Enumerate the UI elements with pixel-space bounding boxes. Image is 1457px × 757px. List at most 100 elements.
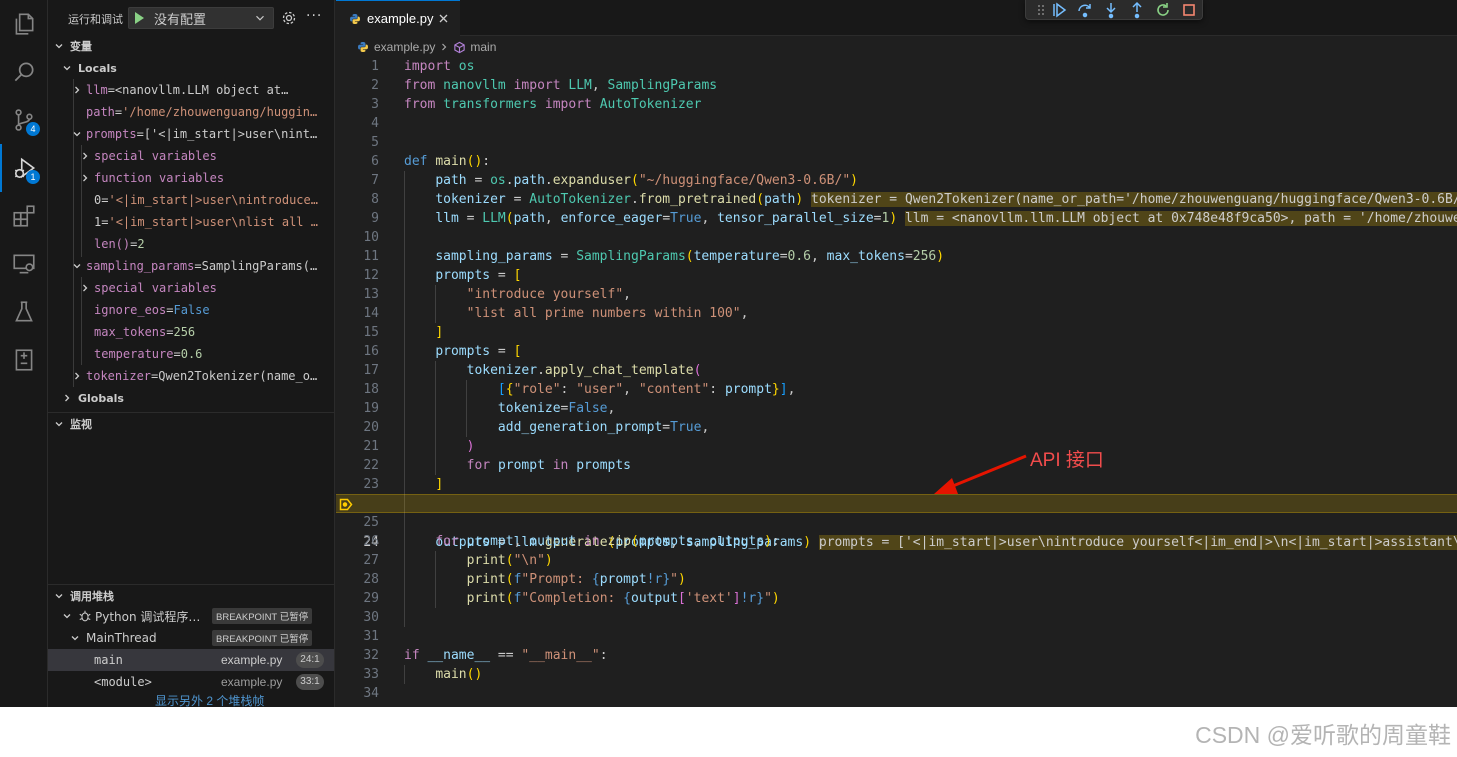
globals-scope[interactable]: Globals bbox=[48, 387, 334, 409]
variable-name: function variables bbox=[94, 171, 225, 185]
code-line: 10 bbox=[363, 230, 379, 245]
code-editor[interactable]: 1 import os 2 from nanovllm import LLM, Sa… bbox=[336, 57, 1457, 707]
frame-file: example.py bbox=[221, 675, 283, 689]
globals-label: Globals bbox=[78, 391, 124, 405]
testing-icon[interactable] bbox=[0, 288, 48, 336]
start-debug-icon[interactable] bbox=[135, 12, 144, 24]
code-line: 1 import os bbox=[371, 59, 475, 74]
continue-icon[interactable] bbox=[1050, 1, 1068, 19]
stack-frame-row[interactable]: <module> bbox=[48, 671, 334, 693]
code-line: 2 from nanovllm import LLM, SamplingParam… bbox=[371, 78, 718, 93]
variable-row[interactable]: 0 = '<|im_start|>user\nintroduce… bbox=[48, 189, 334, 211]
scm-badge: 4 bbox=[26, 122, 40, 136]
chevron-down-icon bbox=[63, 66, 71, 71]
code-line: 21 ) bbox=[363, 439, 475, 454]
code-line: 14 "list all prime numbers within 100", bbox=[363, 306, 749, 321]
code-line: 30 bbox=[363, 610, 379, 625]
more-actions-icon[interactable]: ··· bbox=[306, 8, 322, 24]
inline-value: llm = <nanovllm.llm.LLM object at 0x748e… bbox=[904, 211, 1457, 226]
chevron-right-icon bbox=[75, 86, 80, 94]
explorer-icon[interactable] bbox=[0, 0, 48, 48]
breadcrumb-file[interactable]: example.py bbox=[374, 40, 435, 54]
variables-section-header[interactable]: 变量 bbox=[48, 35, 334, 57]
code-line: 7 path = os.path.expanduser("~/huggingfa… bbox=[371, 173, 858, 188]
source-control-icon[interactable]: 4 bbox=[0, 96, 48, 144]
variable-row[interactable]: path = '/home/zhouwenguang/huggin… bbox=[48, 101, 334, 123]
frame-position: 24:1 bbox=[296, 652, 324, 668]
restart-icon[interactable] bbox=[1154, 1, 1172, 19]
thread-label: MainThread bbox=[86, 631, 157, 645]
frame-position: 33:1 bbox=[296, 674, 324, 690]
step-over-icon[interactable] bbox=[1076, 1, 1094, 19]
variable-name: len() bbox=[94, 237, 131, 251]
code-line: 19 tokenize=False, bbox=[363, 401, 616, 416]
gear-icon[interactable] bbox=[281, 10, 297, 26]
variable-name: llm bbox=[86, 83, 108, 97]
chevron-right-icon bbox=[65, 394, 70, 402]
code-line: 4 bbox=[371, 116, 379, 131]
variable-row[interactable]: function variables bbox=[48, 167, 334, 189]
chevron-down-icon bbox=[256, 15, 264, 21]
frame-file: example.py bbox=[221, 653, 283, 667]
variable-name: special variables bbox=[94, 281, 217, 295]
notebook-icon[interactable] bbox=[0, 336, 48, 384]
annotation-arrow-icon bbox=[934, 454, 1027, 494]
drag-handle-icon[interactable] bbox=[1032, 1, 1050, 19]
code-line: 8 tokenizer = AutoTokenizer.from_pretrai… bbox=[336, 190, 1457, 209]
close-icon[interactable] bbox=[437, 12, 450, 25]
locals-scope[interactable]: Locals bbox=[48, 57, 334, 79]
variable-row[interactable]: ignore_eos = False bbox=[48, 299, 334, 321]
chevron-right-icon bbox=[83, 284, 88, 292]
variable-row[interactable]: llm = <nanovllm.LLM object at… bbox=[48, 79, 334, 101]
variable-row[interactable]: sampling_params = SamplingParams(… bbox=[48, 255, 334, 277]
code-line: 25 bbox=[363, 515, 379, 530]
variable-row[interactable]: temperature = 0.6 bbox=[48, 343, 334, 365]
variable-value: '<|im_start|>user\nintroduce… bbox=[108, 193, 318, 207]
show-more-frames-link[interactable]: 显示另外 2 个堆栈帧 bbox=[155, 692, 264, 707]
variable-name: 0 bbox=[94, 193, 102, 207]
debug-session-icon bbox=[79, 610, 91, 622]
variable-name: sampling_params bbox=[86, 259, 195, 273]
launch-config-select[interactable]: 没有配置 bbox=[128, 7, 274, 29]
code-line: 28 print(f"Prompt: {prompt!r}") bbox=[363, 572, 686, 587]
code-line: 11 sampling_params = SamplingParams(temp… bbox=[363, 249, 945, 264]
variable-value: SamplingParams(… bbox=[201, 259, 318, 273]
run-debug-header: 运行和调试 没有配置 ··· bbox=[48, 0, 334, 36]
variable-value: Qwen2Tokenizer(name_o… bbox=[158, 369, 318, 383]
code-line: 13 "introduce yourself", bbox=[363, 287, 631, 302]
launch-config-label: 没有配置 bbox=[154, 12, 207, 28]
chevron-down-icon bbox=[55, 44, 63, 49]
breadcrumb-symbol[interactable]: main bbox=[470, 40, 496, 54]
variable-row[interactable]: special variables bbox=[48, 277, 334, 299]
variable-row[interactable]: tokenizer = Qwen2Tokenizer(name_o… bbox=[48, 365, 334, 387]
annotation-label: API 接口 bbox=[1030, 450, 1104, 471]
variable-value: ['<|im_start|>user\nint… bbox=[143, 127, 318, 141]
stop-icon[interactable] bbox=[1180, 1, 1198, 19]
code-line: 20 add_generation_prompt=True, bbox=[363, 420, 710, 435]
variable-row[interactable]: len() = 2 bbox=[48, 233, 334, 255]
extensions-icon[interactable] bbox=[0, 192, 48, 240]
watch-section-header[interactable]: 监视 bbox=[48, 412, 334, 434]
step-into-icon[interactable] bbox=[1102, 1, 1120, 19]
variable-row[interactable]: max_tokens = 256 bbox=[48, 321, 334, 343]
code-line: 18 [{"role": "user", "content": prompt}]… bbox=[363, 382, 796, 397]
variable-value: <nanovllm.LLM object at… bbox=[114, 83, 289, 97]
variable-row[interactable]: special variables bbox=[48, 145, 334, 167]
callstack-section-header[interactable]: 调用堆栈 bbox=[48, 584, 334, 606]
step-out-icon[interactable] bbox=[1128, 1, 1146, 19]
debug-session-label: Python 调试程序… bbox=[95, 609, 201, 624]
tab-example-py[interactable]: example.py bbox=[336, 0, 460, 36]
variable-row[interactable]: prompts = ['<|im_start|>user\nint… bbox=[48, 123, 334, 145]
remote-explorer-icon[interactable] bbox=[0, 240, 48, 288]
variable-row[interactable]: 1 = '<|im_start|>user\nlist all … bbox=[48, 211, 334, 233]
stack-frame-row[interactable]: main bbox=[48, 649, 334, 671]
chevron-right-icon bbox=[442, 43, 447, 51]
search-icon[interactable] bbox=[0, 48, 48, 96]
run-debug-sidebar: 运行和调试 没有配置 ··· 变量 Locals llm = <nanovllm… bbox=[48, 0, 335, 707]
chevron-right-icon bbox=[83, 174, 88, 182]
code-line: 33 main() bbox=[363, 667, 483, 682]
variable-value: 0.6 bbox=[180, 347, 203, 361]
watch-section-title: 监视 bbox=[70, 417, 92, 431]
run-debug-icon[interactable]: 1 bbox=[0, 144, 48, 192]
code-line: 27 print("\n") bbox=[363, 553, 553, 568]
